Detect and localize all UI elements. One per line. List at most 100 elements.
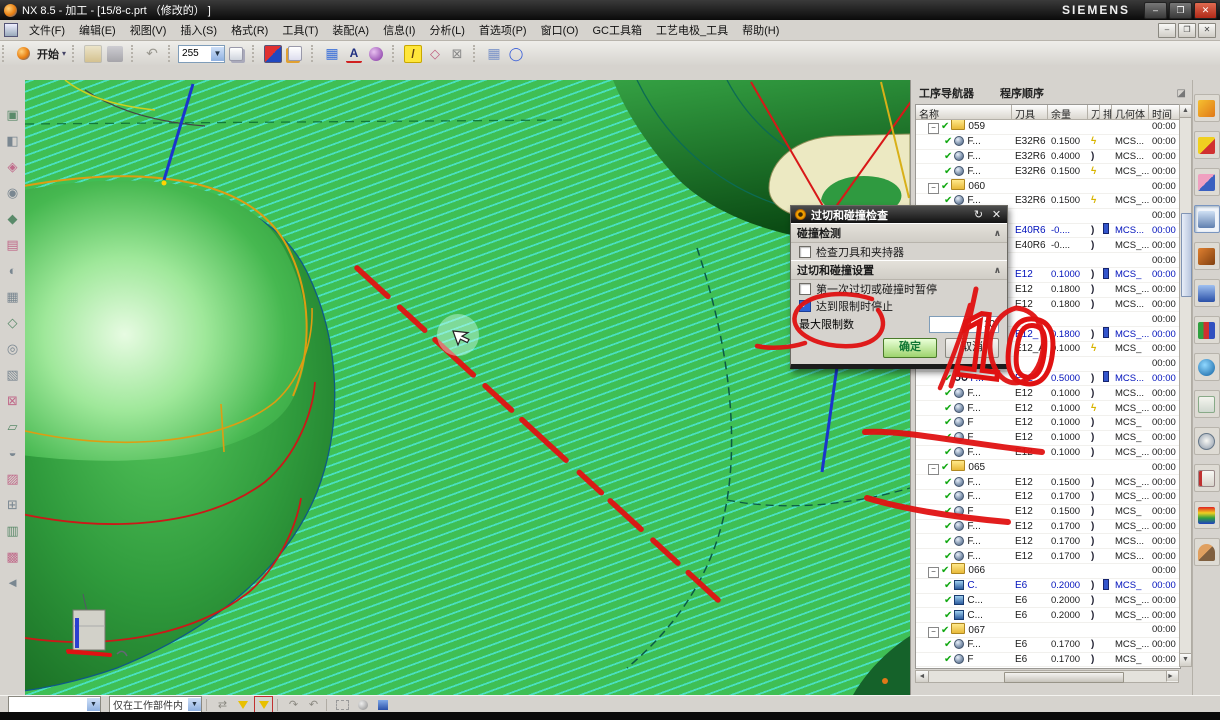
column-header-4[interactable]: 排 — [1100, 105, 1112, 120]
layer-visible-button[interactable]: ▥ — [2, 520, 23, 541]
nx-start-button[interactable]: 开始 ▾ — [13, 44, 66, 64]
scroll-down-arrow[interactable]: ▼ — [1180, 653, 1191, 666]
history-button[interactable] — [1193, 390, 1220, 418]
sketch-curve-button[interactable] — [425, 44, 445, 64]
group-row[interactable]: − ✔ 067 00:00 — [916, 622, 1180, 638]
operation-row[interactable]: ✔ C... E6 0.2000) MCS_... 00:00 — [916, 608, 1180, 624]
true-shading-button[interactable]: ◐ — [2, 260, 23, 281]
display-object-button[interactable] — [263, 44, 283, 64]
menu-item-2[interactable]: 视图(V) — [123, 20, 174, 40]
show-and-hide-button[interactable]: ⊠ — [2, 390, 23, 411]
toolbar-group-handle[interactable] — [72, 45, 77, 62]
section-collision-detection[interactable]: 碰撞检测 ∧ — [791, 223, 1007, 243]
layer-category-button[interactable] — [226, 44, 246, 64]
machine-tool-navigator-button[interactable] — [1193, 242, 1220, 270]
render-style-button[interactable]: ▨ — [2, 468, 23, 489]
gap-check-button[interactable]: ▤ — [2, 234, 23, 255]
filter-scope-boxed-icon[interactable] — [254, 696, 273, 713]
wcs-display-button[interactable] — [322, 44, 342, 64]
palette-button[interactable] — [1193, 464, 1220, 492]
maximize-button[interactable]: ❐ — [1169, 1, 1192, 19]
assembly-navigator-button[interactable] — [1193, 94, 1220, 122]
dialog-title-bar[interactable]: 过切和碰撞检查 ↻ ✕ — [791, 206, 1007, 223]
operation-row[interactable]: ✔ F... E12 0.1000) MCS_... 00:00 — [916, 446, 1180, 461]
csys-orient-button[interactable]: ▦ — [2, 286, 23, 307]
operation-navigator-button[interactable] — [1193, 205, 1220, 233]
orient-view-button[interactable]: ▣ — [2, 104, 23, 125]
minimize-button[interactable]: – — [1144, 1, 1167, 19]
operation-row[interactable]: ✔ F... E12 0.1000 ϟ MCS_... 00:00 — [916, 401, 1180, 416]
ok-button[interactable]: 确定 — [883, 338, 937, 358]
collapse-strip-button[interactable]: ◄ — [2, 572, 23, 593]
web-browser-button[interactable] — [1193, 353, 1220, 381]
operation-row[interactable]: ✔ F... E6 0.1700) MCS_... 00:00 — [916, 638, 1180, 653]
toolbar-group-handle[interactable] — [2, 45, 7, 62]
graphics-viewport[interactable] — [25, 80, 910, 695]
collapse-arrow-icon[interactable]: ∧ — [994, 228, 1001, 239]
dialog-close-icon[interactable]: ✕ — [989, 208, 1004, 221]
selection-type-combo[interactable]: ▼ — [8, 696, 101, 713]
save-button[interactable] — [105, 44, 125, 64]
path-circle-button[interactable] — [506, 44, 526, 64]
close-button[interactable]: ✕ — [1194, 1, 1217, 19]
toolbar-group-handle[interactable] — [168, 45, 173, 62]
shaded-view-button[interactable]: ◈ — [2, 156, 23, 177]
checkbox-checked[interactable]: ✓ — [799, 299, 811, 312]
clip-section-button[interactable]: ◒ — [2, 442, 23, 463]
operation-row[interactable]: ✔ F... E12 0.1700) MCS... 00:00 — [916, 534, 1180, 550]
move-object-button[interactable]: ⊞ — [2, 494, 23, 515]
tree-collapse-icon[interactable]: − — [928, 626, 939, 638]
display-pages-button[interactable] — [285, 44, 305, 64]
sphere-select-icon[interactable] — [354, 697, 371, 712]
path-grid-button[interactable] — [484, 44, 504, 64]
dialog-reset-icon[interactable]: ↻ — [971, 208, 986, 221]
chevron-down-icon[interactable]: ▼ — [211, 46, 225, 61]
toolbar-group-handle[interactable] — [392, 45, 397, 62]
select-arc-icon[interactable]: ↷ — [285, 697, 302, 712]
menu-item-12[interactable]: 工艺电极_工具 — [649, 20, 735, 40]
column-header-6[interactable]: 时间 — [1149, 105, 1180, 120]
column-header-0[interactable]: 名称 — [916, 105, 1012, 120]
visual-reports-button[interactable] — [1193, 501, 1220, 529]
operation-row[interactable]: ✔ F... E12 0.1000) MCS... 00:00 — [916, 386, 1180, 402]
point-xyz-button[interactable]: ◇ — [2, 312, 23, 333]
group-row[interactable]: − ✔ 059 00:00 — [916, 120, 1180, 135]
menu-item-1[interactable]: 编辑(E) — [72, 20, 123, 40]
menu-item-8[interactable]: 分析(L) — [422, 20, 471, 40]
mdi-minimize-button[interactable]: – — [1158, 22, 1176, 38]
operation-row[interactable]: ✔ F... E12 0.5000) MCS... 00:00 — [916, 371, 1180, 387]
operation-row[interactable]: ✔ F... E12 0.1700) MCS_... 00:00 — [916, 490, 1180, 505]
tree-collapse-icon[interactable]: − — [928, 182, 939, 194]
column-header-3[interactable]: 刀 — [1088, 105, 1100, 120]
operation-row[interactable]: ✔ F... E12 0.1700) MCS_... 00:00 — [916, 520, 1180, 535]
studio-view-button[interactable]: ◉ — [2, 182, 23, 203]
vertical-scroll-thumb[interactable] — [1181, 213, 1192, 297]
checkbox-unchecked[interactable] — [799, 245, 811, 258]
tree-collapse-icon[interactable]: − — [928, 123, 939, 135]
open-button[interactable] — [83, 44, 103, 64]
selection-filter-icon[interactable] — [234, 697, 251, 712]
rotate-view-button[interactable]: ◧ — [2, 130, 23, 151]
tree-collapse-icon[interactable]: − — [928, 567, 939, 579]
select-curve-icon[interactable]: ↶ — [305, 697, 322, 712]
section-edit-button[interactable]: ▱ — [2, 416, 23, 437]
annotation-style-button[interactable] — [344, 44, 364, 64]
scroll-left-arrow[interactable]: ◄ — [916, 671, 929, 682]
mdi-close-button[interactable]: ✕ — [1198, 22, 1216, 38]
collapse-arrow-icon[interactable]: ∧ — [994, 265, 1001, 276]
layer-combo[interactable]: 255 ▼ — [178, 44, 226, 63]
column-header-5[interactable]: 几何体 — [1112, 105, 1149, 120]
panel-pin-icon[interactable]: ◪ — [1177, 88, 1186, 99]
chevron-down-icon[interactable]: ▼ — [188, 698, 201, 711]
scroll-right-arrow[interactable]: ► — [1166, 671, 1178, 682]
operation-row[interactable]: ✔ F E12 0.1000) MCS_ 00:00 — [916, 431, 1180, 446]
checkbox-row[interactable]: ✓ 达到限制时停止 — [791, 297, 1007, 314]
undo-button[interactable] — [142, 44, 162, 64]
roles-button[interactable] — [1193, 538, 1220, 566]
brush-style-button[interactable] — [403, 44, 423, 64]
horizontal-scroll-thumb[interactable] — [1004, 672, 1124, 683]
operation-row[interactable]: ✔ F E12 0.1000) MCS_ 00:00 — [916, 416, 1180, 431]
constraint-navigator-button[interactable] — [1193, 131, 1220, 159]
rectangle-select-icon[interactable] — [334, 697, 351, 712]
manufacturing-wizards-button[interactable] — [1193, 427, 1220, 455]
